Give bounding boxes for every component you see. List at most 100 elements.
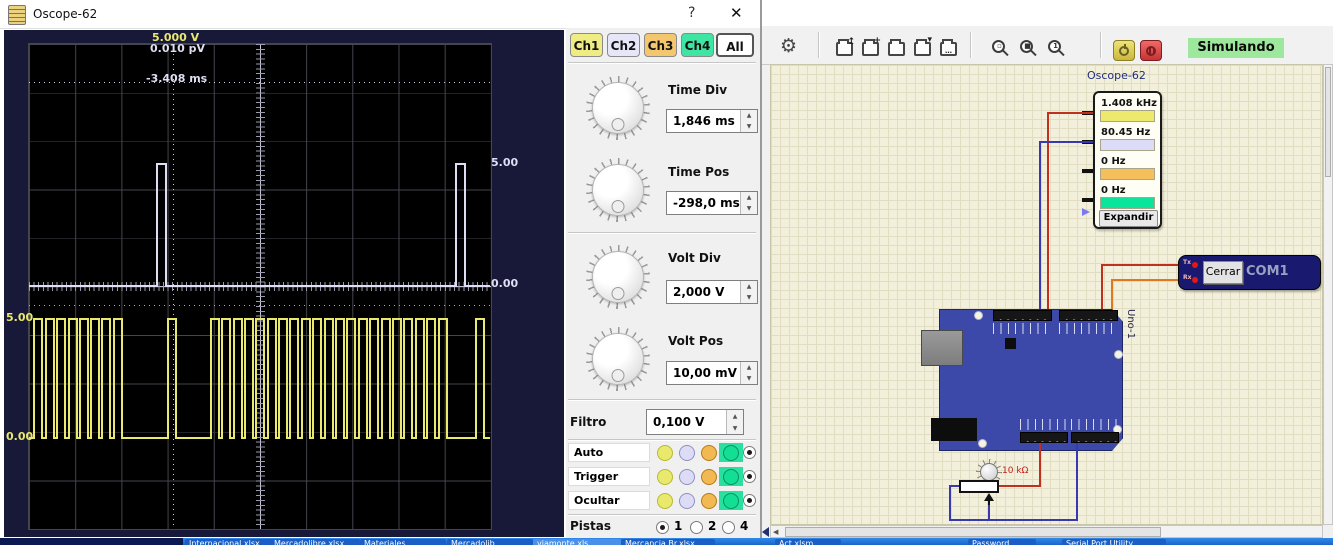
pot-knob[interactable] xyxy=(980,463,998,481)
analog-pin-header[interactable] xyxy=(1071,432,1119,443)
volt-div-spinner[interactable]: 2,000 V ▲▼ xyxy=(666,280,758,304)
wire-red[interactable] xyxy=(999,485,1041,487)
time-pos-knob[interactable] xyxy=(586,158,650,222)
channel-button-ch1[interactable]: Ch1 xyxy=(570,33,603,57)
horizontal-scrollbar-thumb[interactable] xyxy=(785,527,1161,537)
time-pos-spinner[interactable]: -298,0 ms ▲▼ xyxy=(666,191,758,215)
expand-button[interactable]: Expandir xyxy=(1099,210,1158,227)
windows-taskbar[interactable]: Internacional.xlsx Mercadolibre.xlsx Mat… xyxy=(0,538,1333,545)
wire-red[interactable] xyxy=(1101,264,1103,310)
spin-down-icon[interactable]: ▼ xyxy=(741,292,757,303)
spin-up-icon[interactable]: ▲ xyxy=(741,192,757,203)
spinner-buttons[interactable]: ▲▼ xyxy=(740,192,757,214)
wire-blue[interactable] xyxy=(949,485,951,521)
auto-radio[interactable] xyxy=(743,446,756,459)
help-button[interactable]: ? xyxy=(688,5,695,21)
ocultar-ch1-toggle[interactable] xyxy=(657,493,673,509)
zoom-area-icon[interactable]: ▫ xyxy=(992,40,1005,53)
spin-up-icon[interactable]: ▲ xyxy=(741,281,757,292)
digital-pin-header[interactable] xyxy=(1059,310,1118,321)
auto-ch2-toggle[interactable] xyxy=(679,445,695,461)
open-folder-icon[interactable] xyxy=(888,42,905,56)
volt-div-knob[interactable] xyxy=(586,245,650,309)
wire-red[interactable] xyxy=(1039,443,1041,487)
widget-pin[interactable] xyxy=(1082,169,1093,173)
spin-down-icon[interactable]: ▼ xyxy=(727,422,743,434)
schematic-canvas[interactable]: Oscope-62 1.408 kHz 80.45 Hz 0 Hz 0 Hz E… xyxy=(770,64,1323,525)
time-div-spinner[interactable]: 1,846 ms ▲▼ xyxy=(666,109,758,133)
ocultar-ch4-toggle[interactable] xyxy=(723,493,739,509)
taskbar-item[interactable]: Mercancia Br.xlsx xyxy=(621,539,715,545)
channel-button-ch3[interactable]: Ch3 xyxy=(644,33,677,57)
taskbar-item[interactable]: Act.xlsm xyxy=(775,539,841,545)
wire-orange[interactable] xyxy=(1111,279,1178,281)
taskbar-item[interactable]: Mercadolibre.xlsx xyxy=(270,539,360,545)
spin-down-icon[interactable]: ▼ xyxy=(741,203,757,214)
import-file-icon[interactable]: ▾ xyxy=(914,42,931,56)
spinner-buttons[interactable]: ▲▼ xyxy=(740,362,757,384)
save-file-icon[interactable]: … xyxy=(940,42,957,56)
spinner-buttons[interactable]: ▲▼ xyxy=(740,110,757,132)
volt-pos-knob[interactable] xyxy=(586,327,650,391)
spin-up-icon[interactable]: ▲ xyxy=(727,410,743,422)
pause-button[interactable] xyxy=(1140,40,1162,61)
taskbar-item-active[interactable]: viamonte.xls xyxy=(533,539,621,545)
power-pin-header[interactable] xyxy=(1020,432,1068,443)
zoom-all-icon[interactable]: ■ xyxy=(1020,40,1033,53)
spin-down-icon[interactable]: ▼ xyxy=(741,373,757,384)
auto-ch4-toggle[interactable] xyxy=(723,445,739,461)
taskbar-start-area[interactable] xyxy=(0,538,183,545)
vertical-scrollbar[interactable] xyxy=(1323,64,1333,525)
new-file-icon[interactable]: + xyxy=(862,42,879,56)
wire-red[interactable] xyxy=(1047,112,1093,114)
wire-blue[interactable] xyxy=(1039,141,1093,143)
trigger-ch3-toggle[interactable] xyxy=(701,469,717,485)
taskbar-item[interactable]: Internacional.xlsx xyxy=(185,539,273,545)
scroll-left-arrow-icon[interactable]: ◀ xyxy=(773,529,778,536)
wire-orange[interactable] xyxy=(1111,279,1113,310)
taskbar-item[interactable]: Mercadolib xyxy=(447,539,533,545)
trigger-radio[interactable] xyxy=(743,470,756,483)
channel-button-ch4[interactable]: Ch4 xyxy=(681,33,714,57)
taskbar-item[interactable]: Password xyxy=(968,539,1036,545)
time-div-knob[interactable] xyxy=(586,76,650,140)
settings-gear-icon[interactable]: ⚙ xyxy=(780,36,797,56)
auto-ch3-toggle[interactable] xyxy=(701,445,717,461)
filtro-spinner[interactable]: 0,100 V ▲▼ xyxy=(646,409,744,435)
run-button[interactable] xyxy=(1113,40,1135,61)
wire-red[interactable] xyxy=(1101,264,1178,266)
pistas-radio-4[interactable] xyxy=(722,521,735,534)
digital-pin-header[interactable] xyxy=(993,310,1052,321)
taskbar-item[interactable]: Serial Port Utility xyxy=(1062,539,1166,545)
wire-blue[interactable] xyxy=(949,519,1078,521)
ocultar-ch2-toggle[interactable] xyxy=(679,493,695,509)
wire-blue[interactable] xyxy=(1076,443,1078,521)
trigger-ch4-toggle[interactable] xyxy=(723,469,739,485)
channel-button-ch2[interactable]: Ch2 xyxy=(607,33,640,57)
volt-pos-spinner[interactable]: 10,00 mV ▲▼ xyxy=(666,361,758,385)
spin-down-icon[interactable]: ▼ xyxy=(741,121,757,132)
oscope-mini-widget[interactable]: 1.408 kHz 80.45 Hz 0 Hz 0 Hz Expandir xyxy=(1093,91,1162,229)
trigger-ch1-toggle[interactable] xyxy=(657,469,673,485)
close-button[interactable]: ✕ xyxy=(730,4,743,22)
zoom-actual-icon[interactable]: 1 xyxy=(1048,40,1061,53)
com-close-button[interactable]: Cerrar xyxy=(1203,261,1243,284)
wire-blue[interactable] xyxy=(1039,141,1041,310)
spinner-buttons[interactable]: ▲▼ xyxy=(740,281,757,303)
com-port-component[interactable]: Tx Rx Cerrar COM1 xyxy=(1178,255,1321,290)
pot-body[interactable] xyxy=(959,480,999,493)
scope-plot-area[interactable] xyxy=(28,43,492,530)
vertical-scrollbar-thumb[interactable] xyxy=(1325,67,1331,177)
widget-pin[interactable] xyxy=(1082,198,1093,202)
edit-design-icon[interactable]: ↥ xyxy=(836,42,853,56)
taskbar-item[interactable]: Materiales xyxy=(360,539,446,545)
channel-button-all[interactable]: All xyxy=(716,33,754,57)
trigger-ch2-toggle[interactable] xyxy=(679,469,695,485)
pistas-radio-1[interactable] xyxy=(656,521,669,534)
ocultar-radio[interactable] xyxy=(743,494,756,507)
window-titlebar[interactable]: Oscope-62 ? ✕ xyxy=(0,0,760,29)
spinner-buttons[interactable]: ▲▼ xyxy=(726,410,743,434)
spin-up-icon[interactable]: ▲ xyxy=(741,362,757,373)
pistas-radio-2[interactable] xyxy=(690,521,703,534)
horizontal-scrollbar[interactable]: ◀ xyxy=(770,525,1323,538)
